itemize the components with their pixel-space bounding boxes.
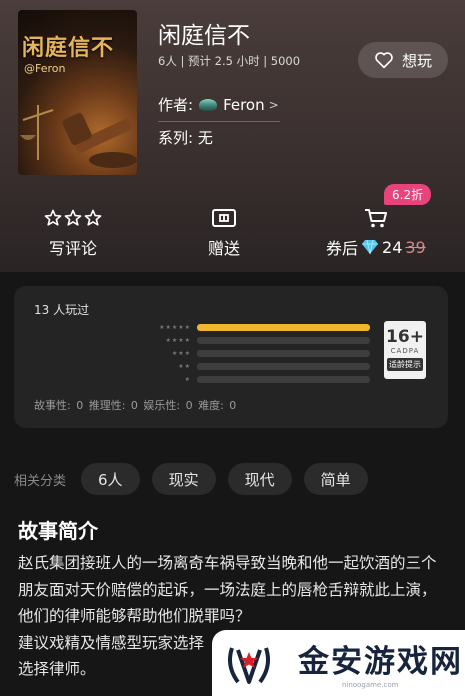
categories-label: 相关分类 [14, 473, 67, 489]
author-avatar [199, 98, 218, 111]
age-rating-tip: 适龄提示 [387, 358, 423, 371]
story-intro-heading: 故事简介 [18, 519, 98, 543]
rating-bar-stars: ★★★★★ [159, 324, 192, 331]
rating-bar-stars: ★★★★ [165, 337, 192, 344]
buy-label: 券后 [326, 239, 359, 258]
category-tag[interactable]: 现实 [151, 463, 216, 495]
game-cover-image[interactable]: 闲庭信不 @Feron [18, 10, 137, 175]
category-tag[interactable]: 6人 [81, 463, 140, 495]
heart-icon [375, 52, 393, 69]
original-price: 39 [405, 237, 426, 257]
rating-bar-stars: ★★ [178, 363, 192, 370]
buy-button[interactable]: 券后 24 39 [326, 205, 426, 259]
rating-bar-fill [197, 324, 370, 331]
related-categories: 相关分类 6人 现实 现代 简单 [14, 463, 368, 495]
cover-brand: @Feron [24, 62, 66, 75]
star-rating-icon [44, 205, 102, 231]
rating-bar-track [197, 363, 370, 370]
diamond-icon [362, 239, 379, 255]
rating-bar-stars: ★ [184, 376, 192, 383]
series-info: 系列: 无 [158, 129, 213, 147]
site-watermark: 金安游戏网 ninoogame.com [212, 630, 465, 696]
discount-badge: 6.2折 [384, 184, 432, 205]
want-to-play-button[interactable]: 想玩 [358, 42, 448, 78]
author-label: 作者: [158, 96, 194, 114]
site-logo-icon [228, 647, 270, 684]
game-attributes: 故事性: 0 推理性: 0 娱乐性: 0 难度: 0 [34, 399, 237, 412]
rating-bar-track [197, 324, 370, 331]
gift-card-icon [211, 205, 237, 231]
rating-bar-row: ★★★★ [134, 334, 370, 347]
rating-bar-row: ★★★ [134, 347, 370, 360]
chevron-right-icon: > [268, 97, 279, 112]
age-rating-value: 16+ [386, 327, 424, 347]
category-tag[interactable]: 现代 [227, 463, 292, 495]
site-name: 金安游戏网 [298, 644, 463, 680]
game-meta: 6人 | 预计 2.5 小时 | 5000 [158, 54, 301, 68]
played-count: 13 人玩过 [34, 303, 90, 317]
want-label: 想玩 [401, 51, 432, 70]
game-title: 闲庭信不 [158, 23, 250, 49]
rating-bar-stars: ★★★ [171, 350, 192, 357]
cart-icon [363, 205, 389, 231]
gift-button[interactable]: 赠送 [208, 205, 240, 259]
rating-bar-row: ★★★★★ [134, 321, 370, 334]
category-tag[interactable]: 简单 [303, 463, 368, 495]
rating-bar-row: ★ [134, 373, 370, 386]
author-name: Feron [223, 95, 265, 114]
rating-bar-track [197, 350, 370, 357]
age-rating-org: CADPA [390, 347, 420, 355]
author-link[interactable]: 作者: Feron > [158, 94, 280, 122]
price-value: 24 [382, 237, 403, 257]
cover-title: 闲庭信不 [22, 35, 115, 61]
rating-bar-track [197, 337, 370, 344]
rating-bar-track [197, 376, 370, 383]
age-rating-badge: 16+ CADPA 适龄提示 [384, 321, 426, 379]
rating-distribution: ★★★★★ ★★★★ ★★★ ★★ ★ [134, 321, 370, 386]
write-review-label: 写评论 [48, 239, 97, 258]
rating-stats-card: 13 人玩过 ★★★★★ ★★★★ ★★★ ★★ ★ 16+ CADPA 适龄提示 故事… [14, 286, 448, 428]
gift-label: 赠送 [208, 239, 241, 258]
site-url: ninoogame.com [342, 681, 399, 689]
write-review-button[interactable]: 写评论 [44, 205, 102, 259]
rating-bar-row: ★★ [134, 360, 370, 373]
game-header: 闲庭信不 @Feron 闲庭信不 6人 | 预计 2.5 小时 | 5000 想… [0, 0, 465, 272]
